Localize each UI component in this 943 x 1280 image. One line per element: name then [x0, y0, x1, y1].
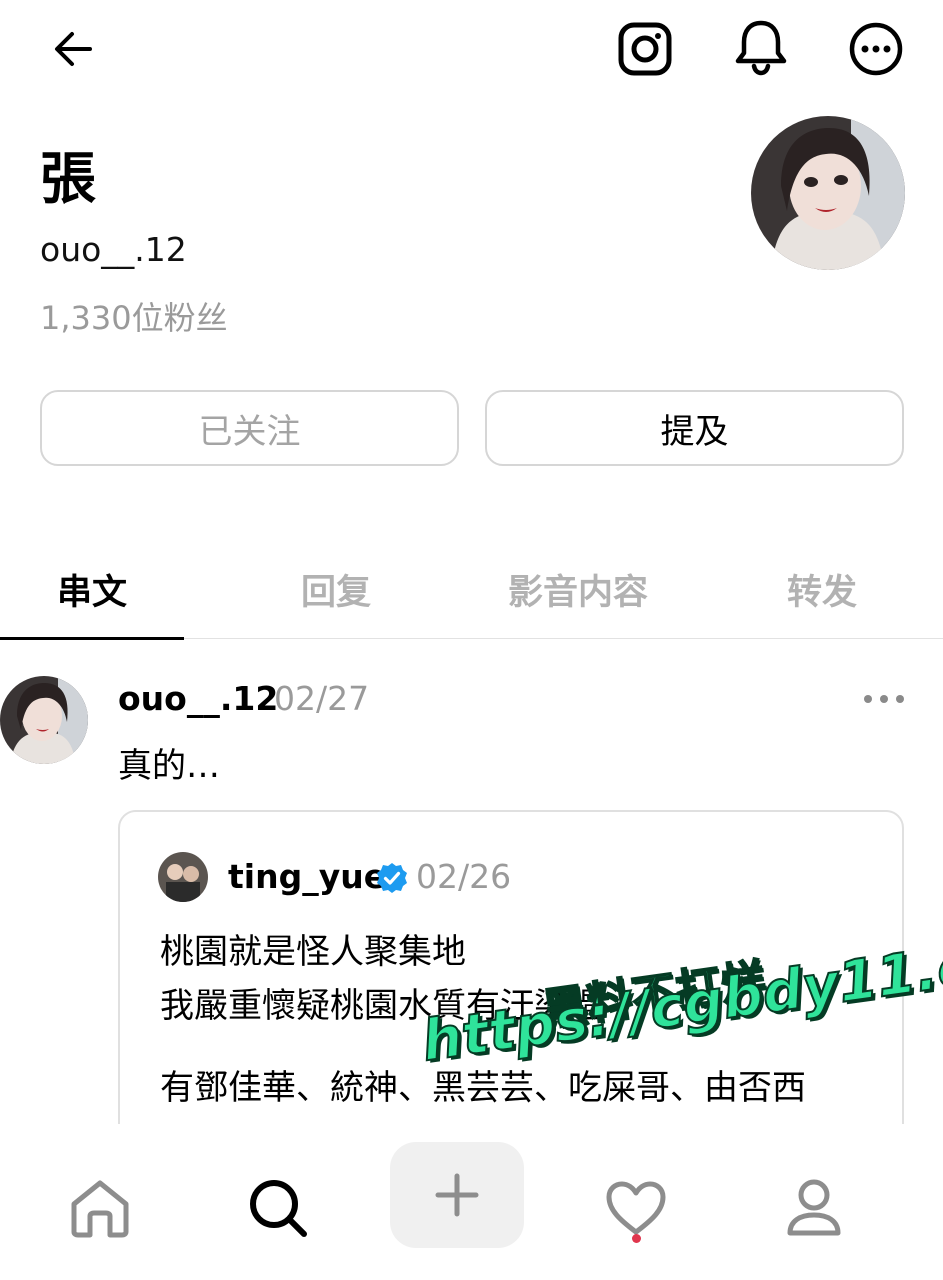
arrow-left-icon: [55, 32, 92, 66]
heart-icon: [606, 1181, 666, 1235]
more-circle-icon: [849, 22, 903, 76]
search-icon: [250, 1180, 307, 1237]
quoted-username[interactable]: ting_yue: [228, 856, 386, 898]
home-icon: [71, 1180, 129, 1238]
quoted-text-line: 有鄧佳華、統神、黑芸芸、吃屎哥、由否西: [160, 1068, 806, 1108]
profile-icon: [787, 1179, 841, 1236]
quoted-text-line: 桃園就是怪人聚集地: [160, 932, 466, 972]
notification-dot: [632, 1234, 641, 1243]
tab-replies[interactable]: 回复: [244, 540, 428, 638]
tab-reposts[interactable]: 转发: [730, 540, 914, 638]
following-button[interactable]: 已关注: [40, 390, 459, 466]
post-username[interactable]: ouo__.12: [118, 678, 278, 720]
nav-search[interactable]: [218, 1158, 338, 1258]
instagram-button[interactable]: [614, 18, 676, 80]
active-tab-indicator: [0, 637, 184, 640]
post-text: 真的…: [118, 746, 220, 786]
instagram-icon: [618, 22, 672, 76]
profile-display-name: 張: [40, 147, 96, 212]
quoted-date: 02/26: [416, 857, 512, 896]
tab-threads[interactable]: 串文: [0, 540, 184, 638]
back-button[interactable]: [44, 20, 102, 78]
nav-create[interactable]: [390, 1142, 524, 1248]
post-avatar[interactable]: [0, 676, 88, 764]
tab-media[interactable]: 影音内容: [470, 540, 686, 638]
profile-handle: ouo__.12: [40, 230, 187, 269]
quoted-avatar[interactable]: [158, 852, 208, 902]
more-horizontal-icon: [864, 695, 904, 703]
nav-activity[interactable]: [576, 1158, 696, 1258]
profile-avatar[interactable]: [751, 116, 905, 270]
bell-icon: [735, 20, 787, 76]
followers-count[interactable]: 1,330位粉丝: [40, 298, 228, 338]
nav-home[interactable]: [40, 1158, 160, 1258]
notifications-button[interactable]: [730, 16, 792, 78]
bottom-navigation: [0, 1124, 943, 1280]
mention-button[interactable]: 提及: [485, 390, 904, 466]
plus-icon: [435, 1173, 479, 1217]
verified-badge-icon: [377, 863, 407, 893]
more-options-button[interactable]: [845, 18, 907, 80]
post-date: 02/27: [274, 679, 370, 718]
profile-tabs: 串文 回复 影音内容 转发: [0, 540, 943, 640]
post-more-button[interactable]: [858, 684, 910, 714]
nav-profile[interactable]: [754, 1158, 874, 1258]
